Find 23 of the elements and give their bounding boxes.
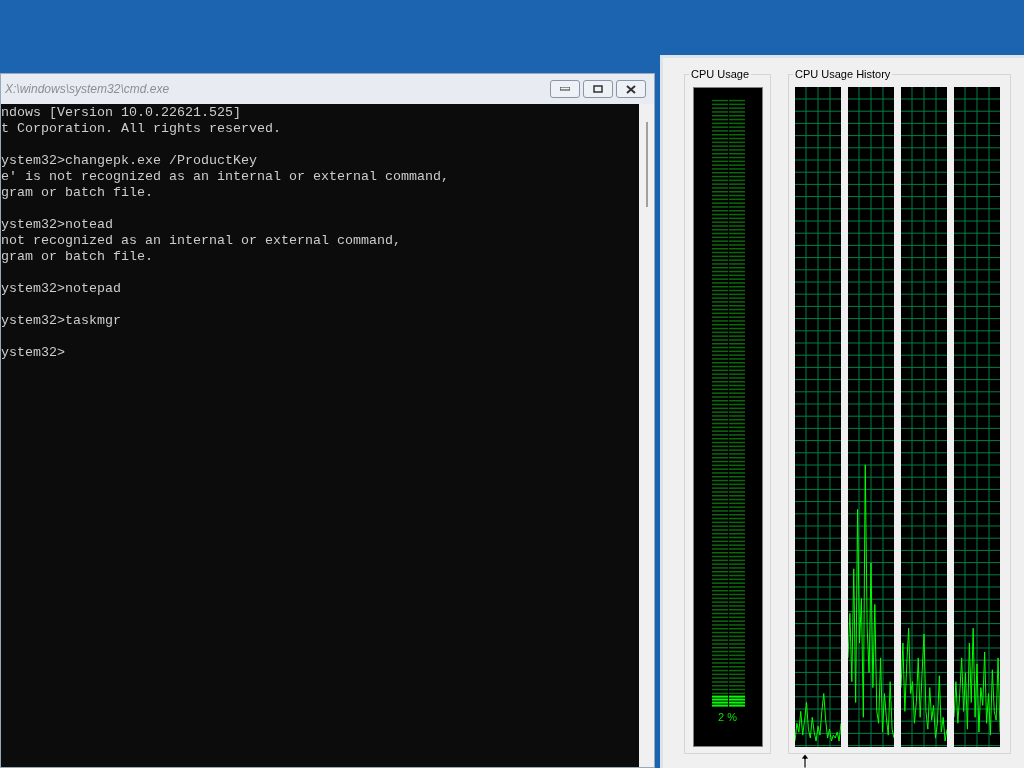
group-label: CPU Usage History	[793, 67, 893, 81]
group-label: CPU Usage	[689, 67, 752, 81]
console-line: not recognized as an internal or external command,	[1, 233, 402, 249]
scrollbar[interactable]	[639, 104, 654, 767]
console-line: gram or batch file.	[1, 249, 154, 265]
console-line: gram or batch file.	[1, 185, 154, 201]
console-line: e' is not recognized as an internal or external command,	[1, 169, 450, 185]
restore-icon	[593, 85, 603, 93]
console-line: ystem32>	[1, 345, 66, 361]
console-line: ystem32>changepk.exe /ProductKey	[1, 153, 258, 169]
minimize-button[interactable]	[550, 80, 580, 98]
cpu-percent: 2 %	[718, 710, 737, 724]
maximize-button[interactable]	[583, 80, 613, 98]
window-title: X:\windows\system32\cmd.exe	[4, 81, 170, 98]
console-line: t Corporation. All rights reserved.	[1, 121, 282, 137]
close-button[interactable]	[616, 80, 646, 98]
console-line: ystem32>notepad	[1, 281, 122, 297]
console-line: ndows [Version 10.0.22621.525]	[1, 105, 242, 121]
cursor-icon	[800, 754, 810, 768]
close-icon	[626, 84, 636, 94]
console-line: ystem32>taskmgr	[1, 313, 122, 329]
console-line: ystem32>notead	[1, 217, 114, 233]
minimize-icon	[560, 87, 570, 91]
